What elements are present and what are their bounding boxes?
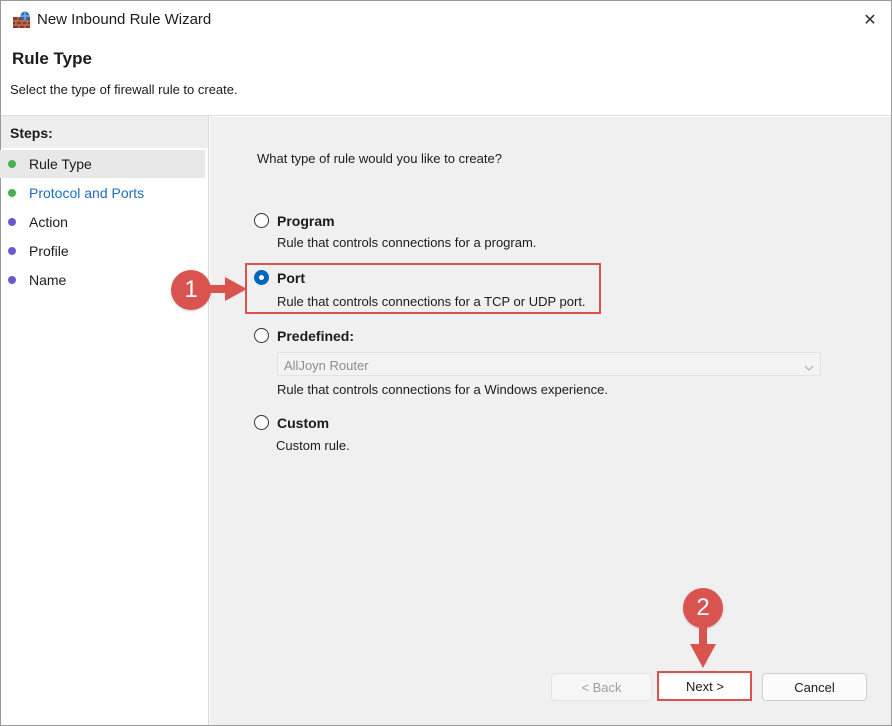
cancel-button[interactable]: Cancel — [762, 673, 867, 701]
step-status-dot — [8, 218, 16, 226]
firewall-app-icon — [12, 11, 32, 29]
close-button[interactable]: ✕ — [848, 0, 892, 40]
page-title: Rule Type — [12, 49, 92, 68]
step-badge-1: 1 — [171, 270, 211, 310]
custom-option-label[interactable]: Custom — [277, 415, 329, 431]
window-title: New Inbound Rule Wizard — [37, 11, 212, 28]
port-highlight-box — [245, 263, 601, 314]
step-status-dot — [8, 276, 16, 284]
step-protocol-and-ports[interactable]: Protocol and Ports — [0, 179, 205, 207]
program-radio[interactable] — [254, 213, 269, 228]
step-status-dot — [8, 247, 16, 255]
arrow-down-icon — [688, 626, 718, 675]
step-status-dot — [8, 189, 16, 197]
predefined-select-value: AllJoyn Router — [284, 358, 369, 373]
predefined-option-label[interactable]: Predefined: — [277, 328, 354, 344]
step-status-dot — [8, 160, 16, 168]
steps-label: Steps: — [10, 125, 53, 141]
predefined-rule-select[interactable]: AllJoyn Router — [277, 352, 821, 376]
step-label: Action — [29, 214, 68, 230]
step-action[interactable]: Action — [0, 208, 205, 236]
step-profile[interactable]: Profile — [0, 237, 205, 265]
step-label: Rule Type — [29, 156, 92, 172]
step-rule-type[interactable]: Rule Type — [0, 150, 205, 178]
custom-option-description: Custom rule. — [276, 438, 350, 453]
program-option-label[interactable]: Program — [277, 213, 335, 229]
rule-type-question: What type of rule would you like to crea… — [257, 151, 502, 166]
next-highlight-box — [657, 671, 752, 701]
step-badge-2: 2 — [683, 588, 723, 628]
chevron-down-icon — [804, 360, 814, 375]
step-label: Profile — [29, 243, 69, 259]
page-subtitle: Select the type of firewall rule to crea… — [10, 82, 238, 97]
predefined-option-description: Rule that controls connections for a Win… — [277, 382, 608, 397]
step-label: Name — [29, 272, 67, 288]
program-option-description: Rule that controls connections for a pro… — [277, 235, 537, 250]
predefined-radio[interactable] — [254, 328, 269, 343]
step-label: Protocol and Ports — [29, 185, 145, 201]
back-button[interactable]: < Back — [551, 673, 652, 701]
arrow-right-icon — [209, 275, 249, 308]
close-icon: ✕ — [863, 12, 877, 29]
custom-radio[interactable] — [254, 415, 269, 430]
